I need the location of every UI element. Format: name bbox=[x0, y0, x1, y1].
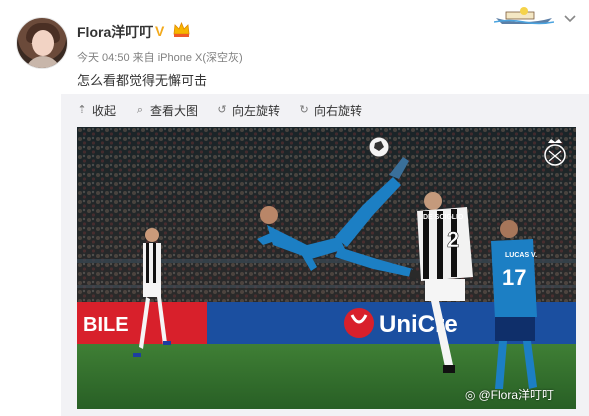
image-watermark: ◎ @Flora洋叮叮 bbox=[465, 386, 554, 403]
watermark-text: @Flora洋叮叮 bbox=[478, 388, 555, 402]
jersey-17-number: 17 bbox=[502, 265, 526, 290]
jersey-2-number: 2 bbox=[447, 227, 459, 252]
collapse-button[interactable]: ⇡ 收起 bbox=[76, 102, 116, 119]
view-large-label: 查看大图 bbox=[150, 103, 199, 118]
image-toolbar: ⇡ 收起 ⌕ 查看大图 ↺ 向左旋转 ↻ 向右旋转 bbox=[76, 100, 380, 120]
rotate-left-button[interactable]: ↺ 向左旋转 bbox=[216, 102, 280, 119]
post-image-scene: BILE UniCre DE SCIGLIO 2 LUCAS V. 17 bbox=[77, 127, 576, 409]
chevron-down-icon[interactable] bbox=[563, 14, 577, 24]
zoom-icon: ⌕ bbox=[136, 104, 144, 116]
crown-badge-icon[interactable] bbox=[173, 22, 190, 38]
jersey-2-name: DE SCIGLIO bbox=[423, 214, 464, 221]
post-image[interactable]: BILE UniCre DE SCIGLIO 2 LUCAS V. 17 bbox=[77, 127, 576, 409]
weibo-logo-icon: ◎ bbox=[465, 388, 476, 402]
rotate-right-icon: ↻ bbox=[299, 104, 309, 116]
post-header: Flora洋叮叮 V 今天 04:50 来自 iPhone X(深空灰) 怎么看… bbox=[0, 0, 589, 94]
post-text: 怎么看都觉得无懈可击 bbox=[77, 73, 208, 88]
boat-decoration-icon bbox=[494, 7, 554, 25]
post-meta: 今天 04:50 来自 iPhone X(深空灰) bbox=[77, 52, 243, 64]
username-link[interactable]: Flora洋叮叮 bbox=[77, 22, 153, 42]
avatar-body bbox=[25, 56, 61, 68]
verified-icon: V bbox=[155, 23, 165, 39]
ad-board-red-text: BILE bbox=[83, 314, 129, 336]
jersey-17-name: LUCAS V. bbox=[505, 252, 537, 259]
collapse-icon: ⇡ bbox=[77, 104, 87, 116]
rotate-right-button[interactable]: ↻ 向右旋转 bbox=[298, 102, 362, 119]
rotate-right-label: 向右旋转 bbox=[314, 103, 363, 118]
rotate-left-icon: ↺ bbox=[217, 104, 227, 116]
avatar[interactable] bbox=[16, 17, 68, 69]
rotate-left-label: 向左旋转 bbox=[232, 103, 281, 118]
view-large-button[interactable]: ⌕ 查看大图 bbox=[134, 102, 198, 119]
avatar-face bbox=[32, 30, 54, 56]
collapse-label: 收起 bbox=[92, 103, 117, 118]
